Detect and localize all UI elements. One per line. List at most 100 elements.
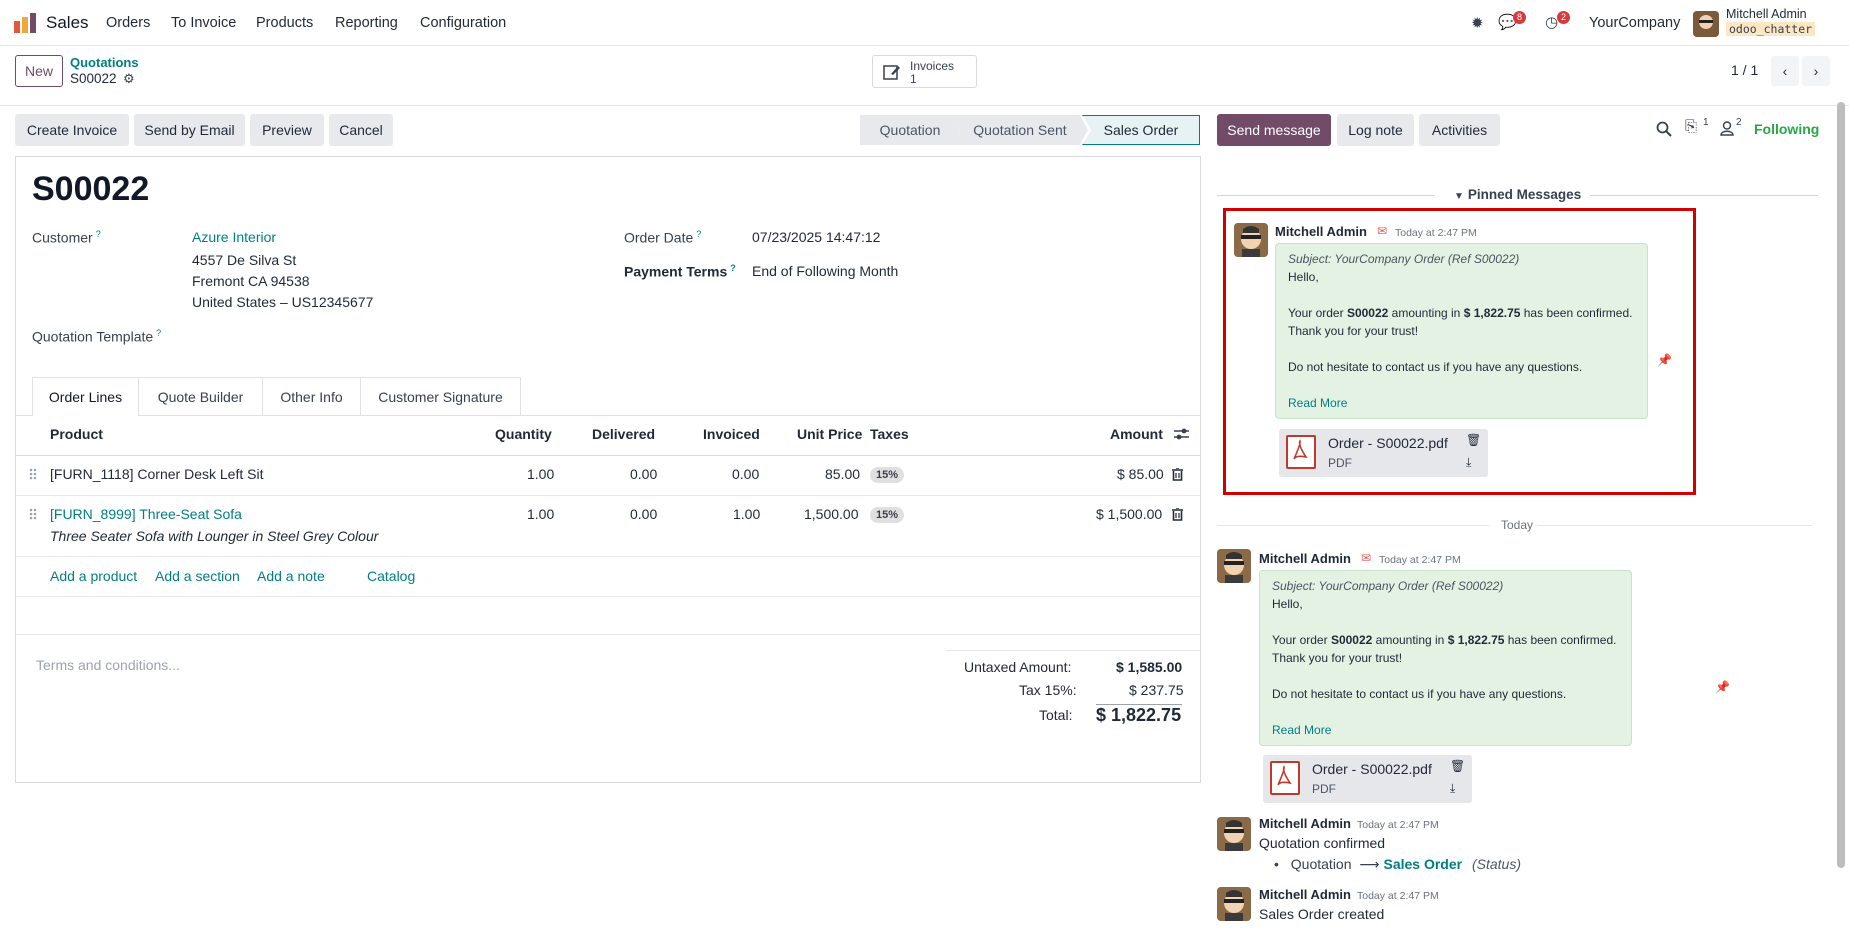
tab-other-info[interactable]: Other Info [263,377,361,415]
row-delivered[interactable]: 0.00 [630,466,657,482]
download-icon[interactable]: ⤓ [1466,455,1471,470]
help-icon[interactable]: ? [156,328,161,338]
table-row[interactable] [16,496,1200,555]
following-toggle[interactable]: Following [1754,121,1819,137]
col-delivered[interactable]: Delivered [592,426,655,442]
author-avatar[interactable] [1234,223,1268,257]
tax-badge[interactable]: 15% [870,467,905,483]
row-unit-price[interactable]: 1,500.00 [804,506,859,522]
menu-orders[interactable]: Orders [106,15,150,31]
help-icon[interactable]: ? [96,229,101,239]
message-author[interactable]: Mitchell Admin [1259,551,1351,566]
send-message-button[interactable]: Send message [1217,114,1331,146]
row-quantity[interactable]: 1.00 [527,466,554,482]
quotation-template-field[interactable] [192,325,592,349]
message-author[interactable]: Mitchell Admin [1259,887,1351,902]
row-delivered[interactable]: 0.00 [630,506,657,522]
followers-icon[interactable] [1720,121,1734,136]
author-avatar[interactable] [1217,549,1251,583]
col-taxes[interactable]: Taxes [870,426,909,442]
add-product-link[interactable]: Add a product [50,568,137,584]
apps-menu-icon[interactable] [14,13,36,33]
row-description[interactable]: Three Seater Sofa with Lounger in Steel … [50,528,378,544]
user-avatar[interactable] [1693,11,1719,37]
tab-order-lines[interactable]: Order Lines [32,377,139,416]
drag-handle-icon[interactable] [29,508,37,520]
col-invoiced[interactable]: Invoiced [703,426,760,442]
author-avatar[interactable] [1217,887,1251,921]
invoices-smart-button[interactable]: Invoices 1 [872,55,977,88]
tab-customer-signature[interactable]: Customer Signature [361,377,521,415]
customer-link[interactable]: Azure Interior [192,229,276,245]
download-icon[interactable]: ⤓ [1450,781,1455,796]
row-invoiced[interactable]: 1.00 [733,506,760,522]
paperclip-icon[interactable]: ⎘ [1685,118,1697,135]
cancel-button[interactable]: Cancel [329,114,393,146]
order-date-field[interactable]: 07/23/2025 14:47:12 [752,229,880,245]
trash-icon[interactable] [1172,468,1183,481]
menu-products[interactable]: Products [256,15,313,31]
tab-quote-builder[interactable]: Quote Builder [139,377,263,415]
preview-button[interactable]: Preview [250,114,324,146]
add-note-link[interactable]: Add a note [257,568,325,584]
row-unit-price[interactable]: 85.00 [825,466,860,482]
pager-value[interactable]: 1 / 1 [1731,62,1758,78]
status-quotation-sent[interactable]: Quotation Sent [952,115,1088,145]
menu-to-invoice[interactable]: To Invoice [171,15,236,31]
total-label: Total: [1039,707,1073,723]
col-product[interactable]: Product [50,426,103,442]
log-note-button[interactable]: Log note [1337,114,1414,146]
read-more-link[interactable]: Read More [1288,396,1347,410]
status-quotation[interactable]: Quotation [860,115,960,145]
chatter-scrollbar[interactable] [1837,102,1845,868]
pager-previous-button[interactable]: ‹ [1771,56,1799,86]
author-avatar[interactable] [1217,817,1251,851]
delete-attachment-icon[interactable]: 🗑 [1466,433,1481,447]
attachment-card[interactable]: Order - S00022.pdf PDF 🗑 ⤓ [1279,429,1488,477]
gear-icon[interactable]: ⚙ [123,71,135,87]
attachment-card[interactable]: Order - S00022.pdf PDF 🗑 ⤓ [1263,755,1472,803]
menu-reporting[interactable]: Reporting [335,15,398,31]
debug-bug-icon[interactable]: ✹ [1471,14,1484,32]
pinned-messages-title[interactable]: ▼ Pinned Messages [1454,187,1581,202]
payment-terms-field[interactable]: End of Following Month [752,263,898,279]
optional-columns-icon[interactable] [1174,427,1189,441]
app-name[interactable]: Sales [46,13,89,33]
pager-next-button[interactable]: › [1802,56,1830,86]
pdf-icon [1286,435,1316,469]
delete-attachment-icon[interactable]: 🗑 [1450,759,1465,773]
send-by-email-button[interactable]: Send by Email [134,114,245,146]
drag-handle-icon[interactable] [29,468,37,480]
activities-button[interactable]: Activities [1419,114,1500,146]
tax-badge[interactable]: 15% [870,507,905,523]
company-switcher[interactable]: YourCompany [1589,15,1680,31]
payment-terms-label: Payment Terms? [624,263,736,280]
catalog-link[interactable]: Catalog [367,568,415,584]
row-quantity[interactable]: 1.00 [527,506,554,522]
col-amount[interactable]: Amount [1110,426,1163,442]
read-more-link[interactable]: Read More [1272,723,1331,737]
help-icon[interactable]: ? [696,229,701,239]
message-author[interactable]: Mitchell Admin [1275,224,1367,239]
add-section-link[interactable]: Add a section [155,568,240,584]
user-name[interactable]: Mitchell Admin [1726,7,1807,21]
menu-configuration[interactable]: Configuration [420,15,506,31]
pin-icon[interactable]: 📌 [1657,353,1672,367]
new-button[interactable]: New [15,55,63,87]
status-sales-order[interactable]: Sales Order [1082,115,1200,145]
message-author[interactable]: Mitchell Admin [1259,816,1351,831]
section-divider [16,634,1200,635]
row-product[interactable]: [FURN_1118] Corner Desk Left Sit [50,466,263,482]
search-icon[interactable] [1656,121,1672,137]
col-quantity[interactable]: Quantity [495,426,552,442]
trash-icon[interactable] [1172,508,1183,521]
row-product[interactable]: [FURN_8999] Three-Seat Sofa [50,506,242,522]
breadcrumb-quotations[interactable]: Quotations [70,55,139,70]
pencil-square-icon [883,65,900,80]
terms-and-conditions-field[interactable]: Terms and conditions... [36,657,180,673]
help-icon[interactable]: ? [730,263,736,273]
pin-icon[interactable]: 📌 [1715,680,1730,694]
create-invoice-button[interactable]: Create Invoice [15,114,129,146]
row-invoiced[interactable]: 0.00 [732,466,759,482]
col-unit-price[interactable]: Unit Price [797,426,862,442]
